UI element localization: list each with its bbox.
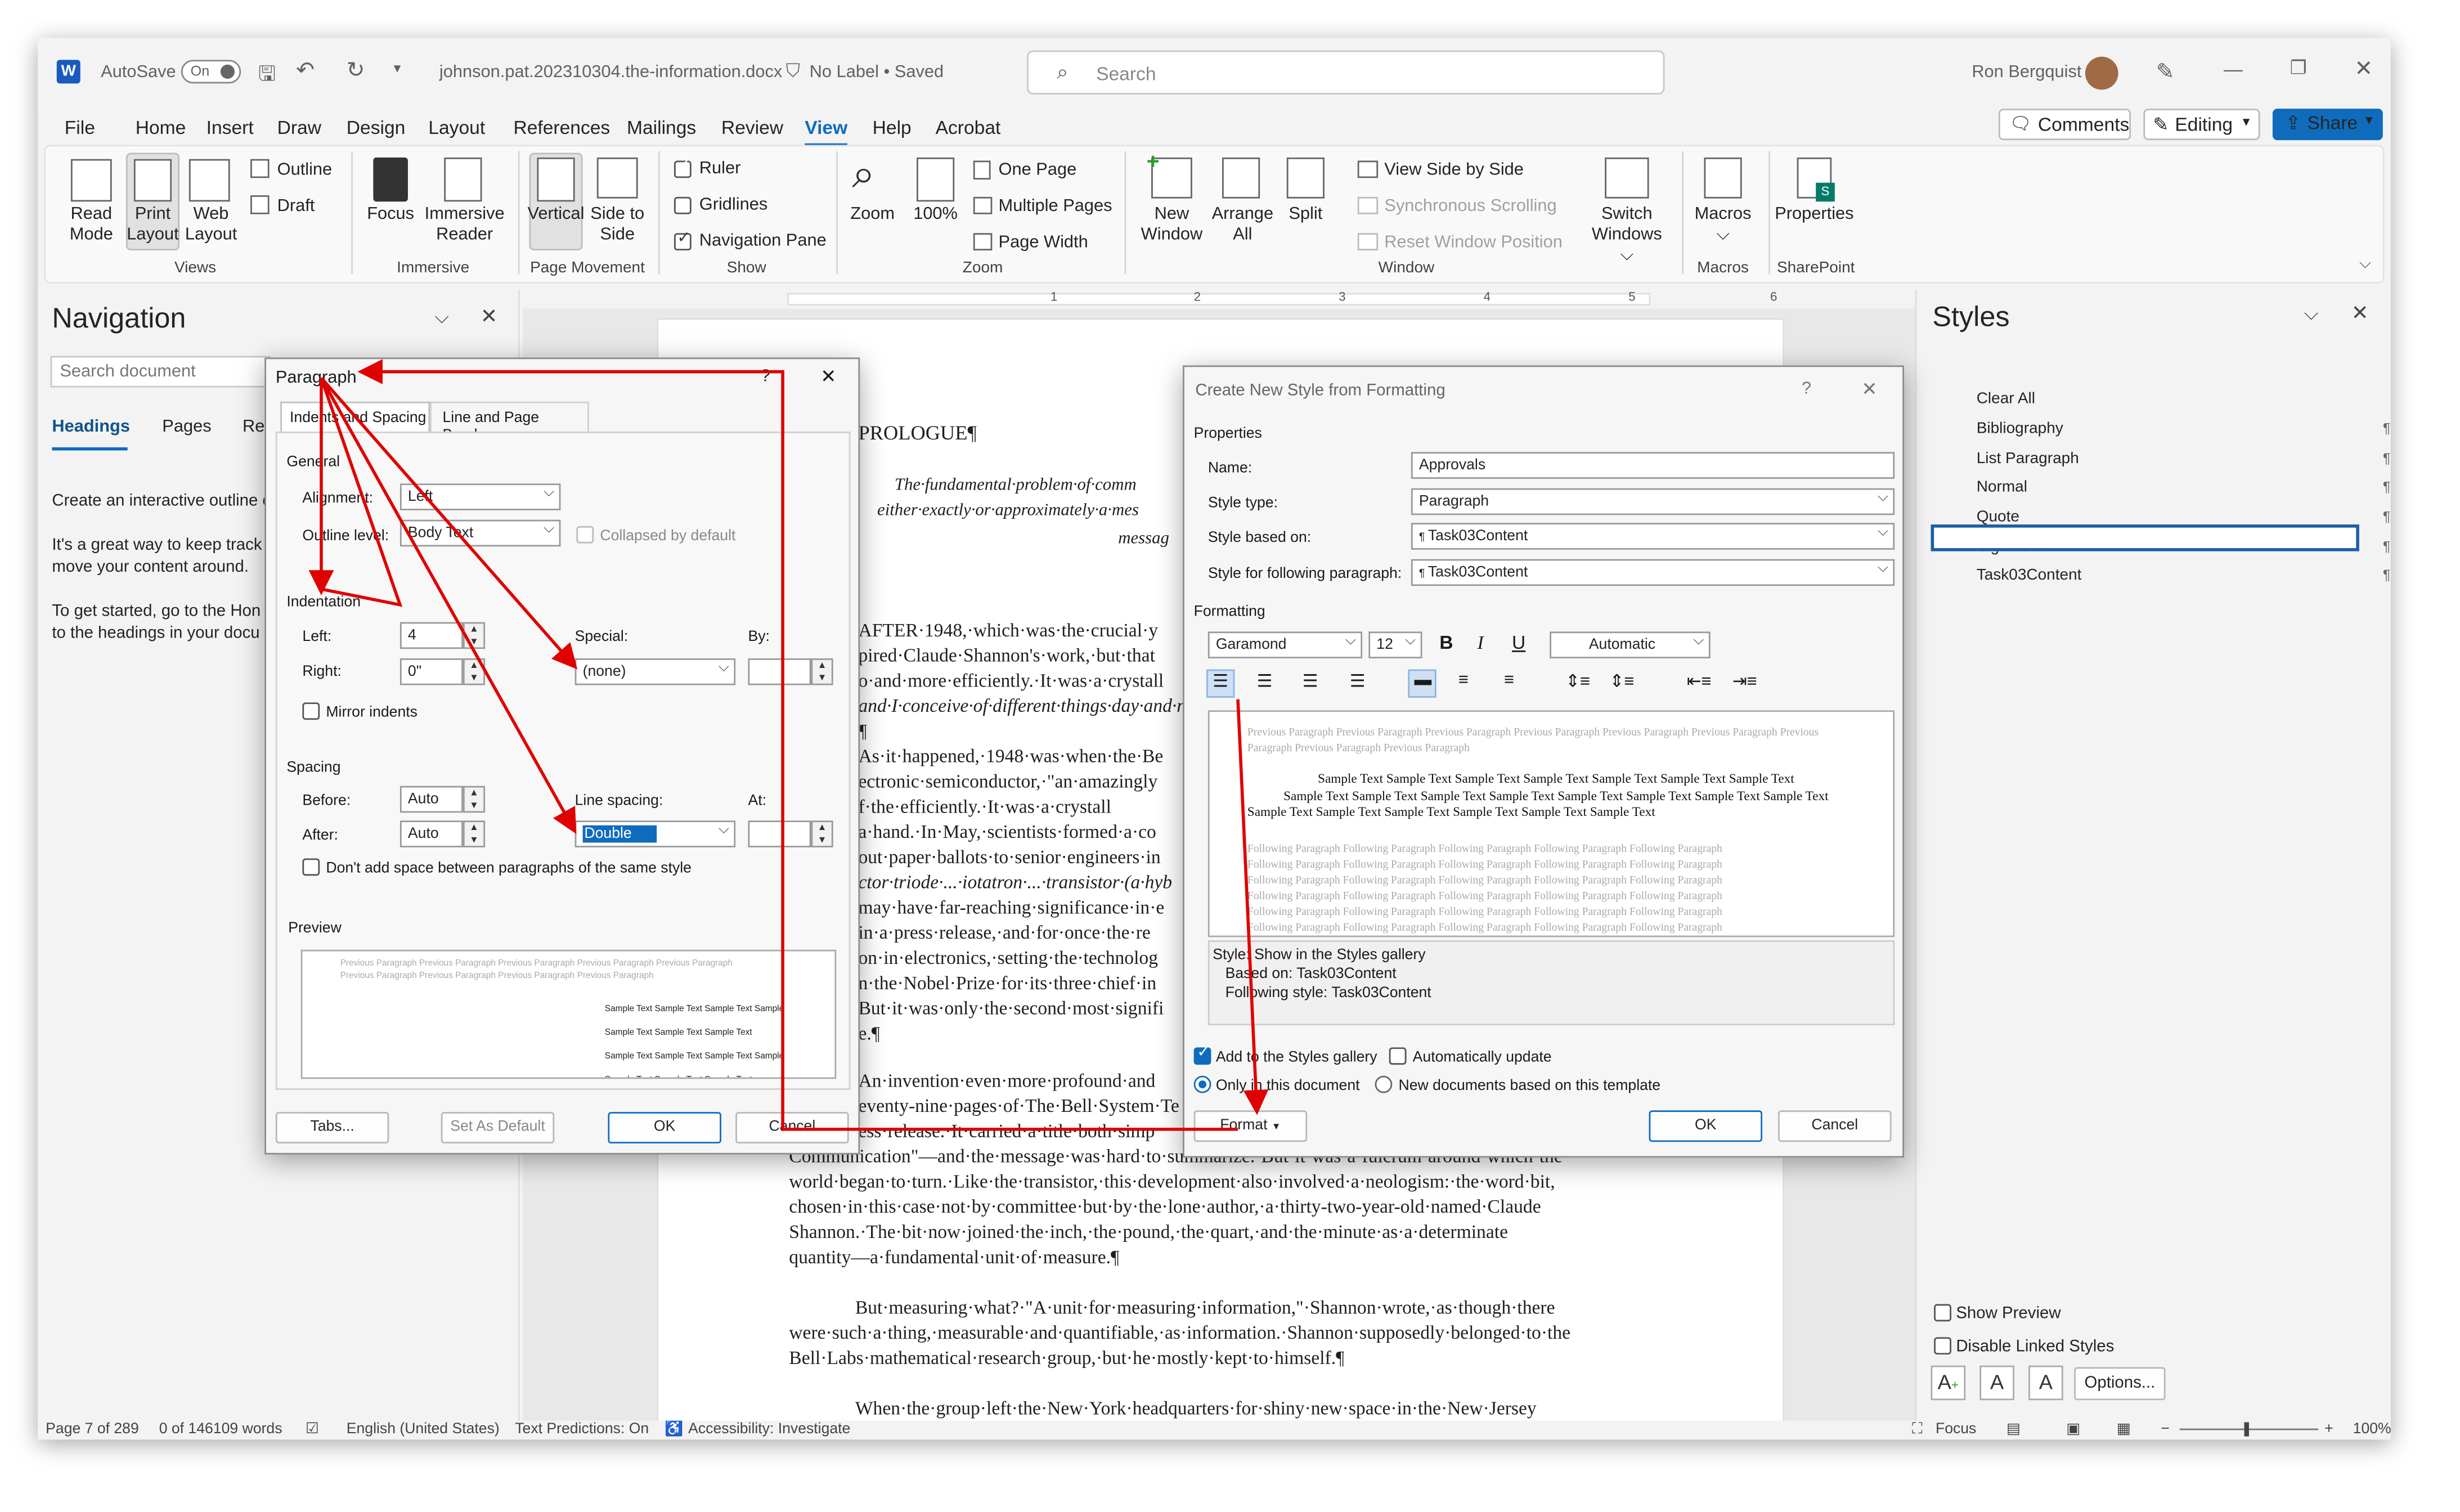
word-window: W AutoSave On 🖫 ↶ ↻ ▾ johnson.pat.202310… [38, 38, 2391, 1440]
screenshot-canvas: W AutoSave On 🖫 ↶ ↻ ▾ johnson.pat.202310… [0, 0, 2460, 1512]
arrow-to-format-button [1236, 699, 1269, 1115]
arrow-outline-path [320, 377, 403, 607]
arrow-to-line-spacing [320, 377, 577, 834]
arrow-to-special [320, 376, 578, 670]
annotation-arrows [308, 359, 1269, 1131]
arrow-format-to-paragraph [357, 359, 1238, 1131]
